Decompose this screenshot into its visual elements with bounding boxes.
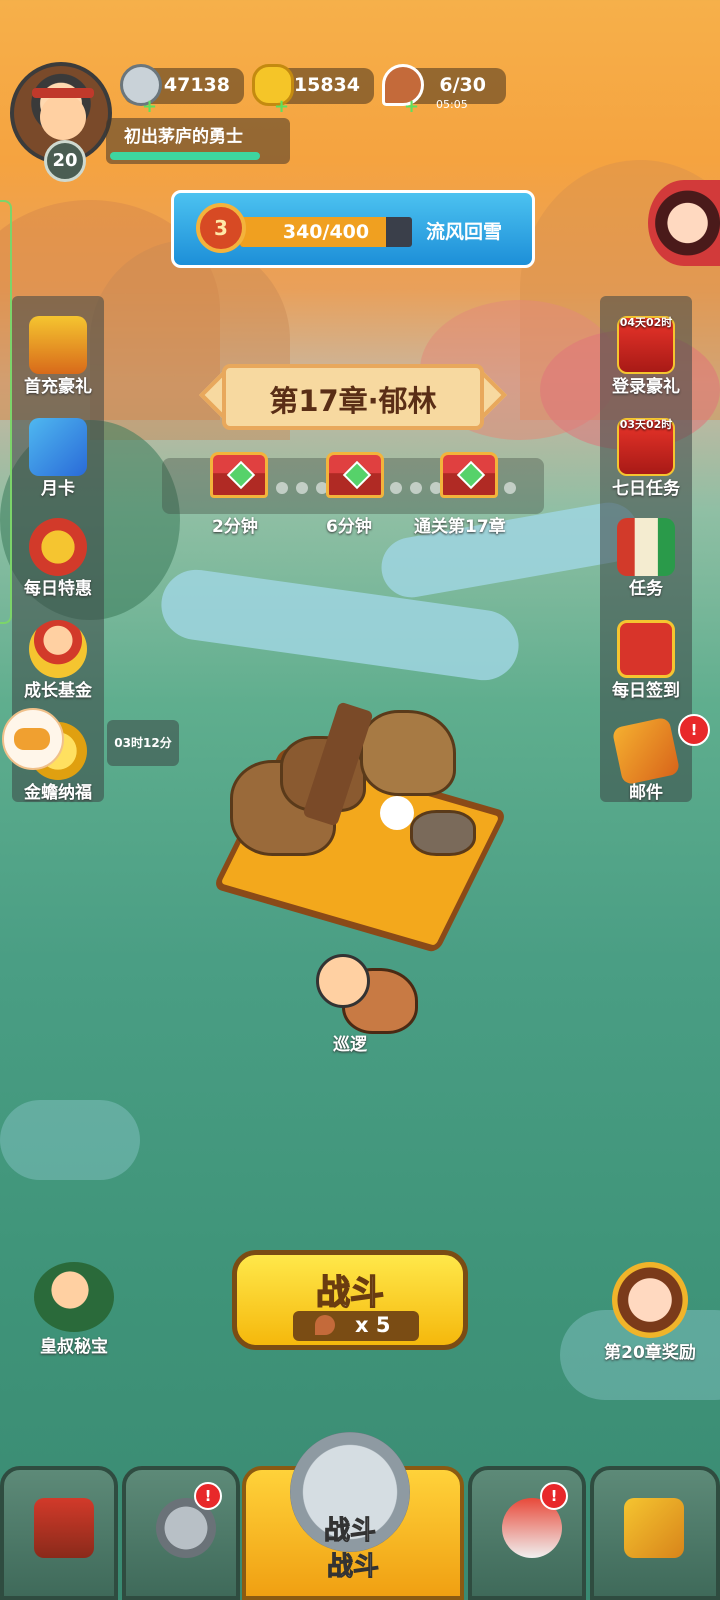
menu-label: 任务 [629,579,663,599]
game-controller-float-button[interactable] [2,708,64,770]
battle-label: 战斗 [315,1272,385,1314]
gamepad-icon [14,728,50,750]
login-gift-timer: 04天02时 [619,316,673,329]
mail-icon [611,716,681,786]
player-level-badge: 20 [44,140,86,182]
rank-panel[interactable]: 340/400 3 流风回雪 [171,190,535,268]
menu-label: 邮件 [629,783,663,803]
gift-chest-icon [29,316,87,374]
sign-in-icon [617,620,675,678]
mail-alert-badge: ! [678,714,710,746]
menu-label: 首充豪礼 [24,377,92,397]
reward-label: 6分钟 [326,517,372,537]
nav-hero[interactable] [122,1466,240,1600]
character-event-icon[interactable] [648,180,720,266]
reward-chest-icon[interactable] [440,452,498,498]
reward-label: 2分钟 [212,517,258,537]
menu-label: 每日特惠 [24,579,92,599]
chapter-reward-bar: 2分钟 6分钟 通关第17章 [162,452,544,537]
reward-label: 通关第17章 [414,517,506,537]
nav-upgrade[interactable] [590,1466,720,1600]
castle-icon [34,1498,94,1558]
reward-chest-icon[interactable] [210,452,268,498]
formation-alert-badge: ! [540,1482,568,1510]
seven-day-task-button[interactable]: 03天02时 七日任务 [606,418,686,499]
treasure-character-icon [34,1262,114,1332]
login-gift-button[interactable]: 04天02时 登录豪礼 [606,316,686,397]
scroll-icon [617,518,675,576]
meat-icon [315,1315,335,1335]
month-card-button[interactable]: 月卡 [18,418,98,499]
stage-island[interactable] [212,700,510,954]
menu-label: 成长基金 [24,681,92,701]
nav-city[interactable] [0,1466,118,1600]
player-xp-bar [110,152,260,160]
month-card-icon [29,418,87,476]
silver-coin-counter[interactable]: + 47138 [120,64,244,117]
first-recharge-button[interactable]: 首充豪礼 [18,316,98,397]
stamina-counter[interactable]: + 6/30 05:05 [382,64,506,117]
nav-battle-text: 战斗 [323,1516,376,1547]
chapter-banner: 第17章·郁林 [198,360,508,434]
corner-label: 皇叔秘宝 [40,1337,108,1357]
chapter-title: 第17章·郁林 [269,384,437,418]
menu-label: 登录豪礼 [612,377,680,397]
fist-icon [624,1498,684,1558]
rank-medal-icon: 3 [196,203,246,253]
menu-label: 金蟾纳福 [24,783,92,803]
add-icon[interactable]: + [404,96,419,117]
add-icon[interactable]: + [142,96,157,117]
seven-day-timer: 03天02时 [619,418,673,431]
reward-character-icon [612,1262,688,1338]
rank-progress-text: 340/400 [282,221,370,243]
gold-ingot-counter[interactable]: + 15834 [252,64,374,117]
hero-status-label: 巡逻 [333,1035,367,1055]
stamina-value: 6/30 [439,74,486,96]
menu-label: 月卡 [41,479,75,499]
corner-label: 第20章奖励 [604,1343,696,1363]
rank-name: 流风回雪 [425,221,502,243]
hero-alert-badge: ! [194,1482,222,1510]
battle-button[interactable]: 战斗 x 5 [232,1250,468,1350]
growth-fund-button[interactable]: 成长基金 [18,620,98,701]
battle-cost-value: x 5 [355,1313,391,1337]
growth-fund-icon [29,620,87,678]
rank-progress-bar: 340/400 [240,217,412,247]
mail-button[interactable]: 邮件 [606,716,686,803]
daily-deal-button[interactable]: 每日特惠 [18,518,98,599]
menu-label: 每日签到 [612,681,680,701]
player-title: 初出茅庐的勇士 [124,127,243,147]
player-title-bar: 初出茅庐的勇士 [106,118,290,164]
daily-sign-in-button[interactable]: 每日签到 [606,620,686,701]
add-icon[interactable]: + [274,96,289,117]
golden-toad-timer: 03时12分 [107,720,179,766]
stamina-timer: 05:05 [436,98,468,111]
chapter-20-reward-button[interactable]: 第20章奖励 [590,1262,710,1363]
enemy-beast [380,796,414,830]
gold-ingot-value: 15834 [293,74,360,96]
uncle-treasure-button[interactable]: 皇叔秘宝 [14,1262,134,1357]
nav-formation[interactable] [468,1466,586,1600]
hero-character[interactable]: 巡逻 [302,950,418,1055]
menu-label: 七日任务 [612,479,680,499]
task-button[interactable]: 任务 [606,518,686,599]
reward-chest-icon[interactable] [326,452,384,498]
silver-coin-value: 47138 [163,74,230,96]
battle-cost: x 5 [293,1311,419,1341]
side-drawer-handle[interactable] [0,200,12,624]
money-bag-icon [29,518,87,576]
